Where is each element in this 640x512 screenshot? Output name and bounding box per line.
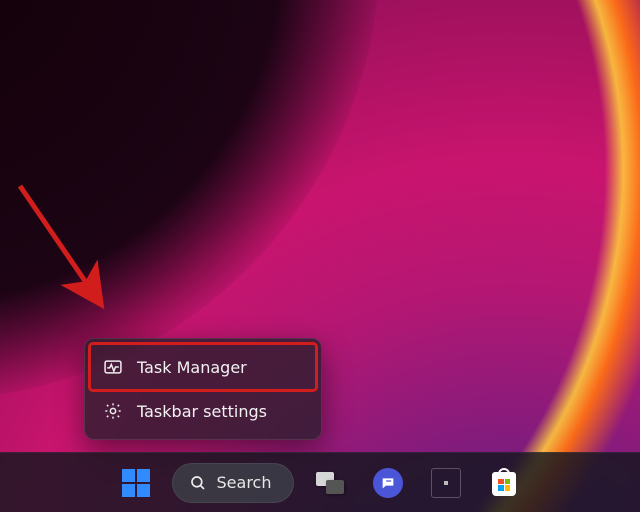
chat-button[interactable]	[366, 461, 410, 505]
context-menu-item-taskbar-settings[interactable]: Taskbar settings	[91, 389, 315, 433]
microsoft-store-button[interactable]	[482, 461, 526, 505]
taskbar-search-label: Search	[217, 473, 272, 492]
context-menu-item-label: Task Manager	[137, 358, 247, 377]
chat-icon	[373, 468, 403, 498]
search-icon	[189, 474, 207, 492]
gear-icon	[103, 401, 123, 421]
activity-monitor-icon	[103, 357, 123, 377]
store-icon	[489, 468, 519, 498]
taskbar: Search	[0, 452, 640, 512]
windows-logo-icon	[122, 469, 150, 497]
context-menu-item-label: Taskbar settings	[137, 402, 267, 421]
task-view-button[interactable]	[308, 461, 352, 505]
taskbar-context-menu: Task Manager Taskbar settings	[84, 338, 322, 440]
context-menu-item-task-manager[interactable]: Task Manager	[91, 345, 315, 389]
pinned-app-button[interactable]	[424, 461, 468, 505]
start-button[interactable]	[114, 461, 158, 505]
taskbar-search[interactable]: Search	[172, 463, 295, 503]
app-icon	[431, 468, 461, 498]
task-view-icon	[316, 472, 344, 494]
